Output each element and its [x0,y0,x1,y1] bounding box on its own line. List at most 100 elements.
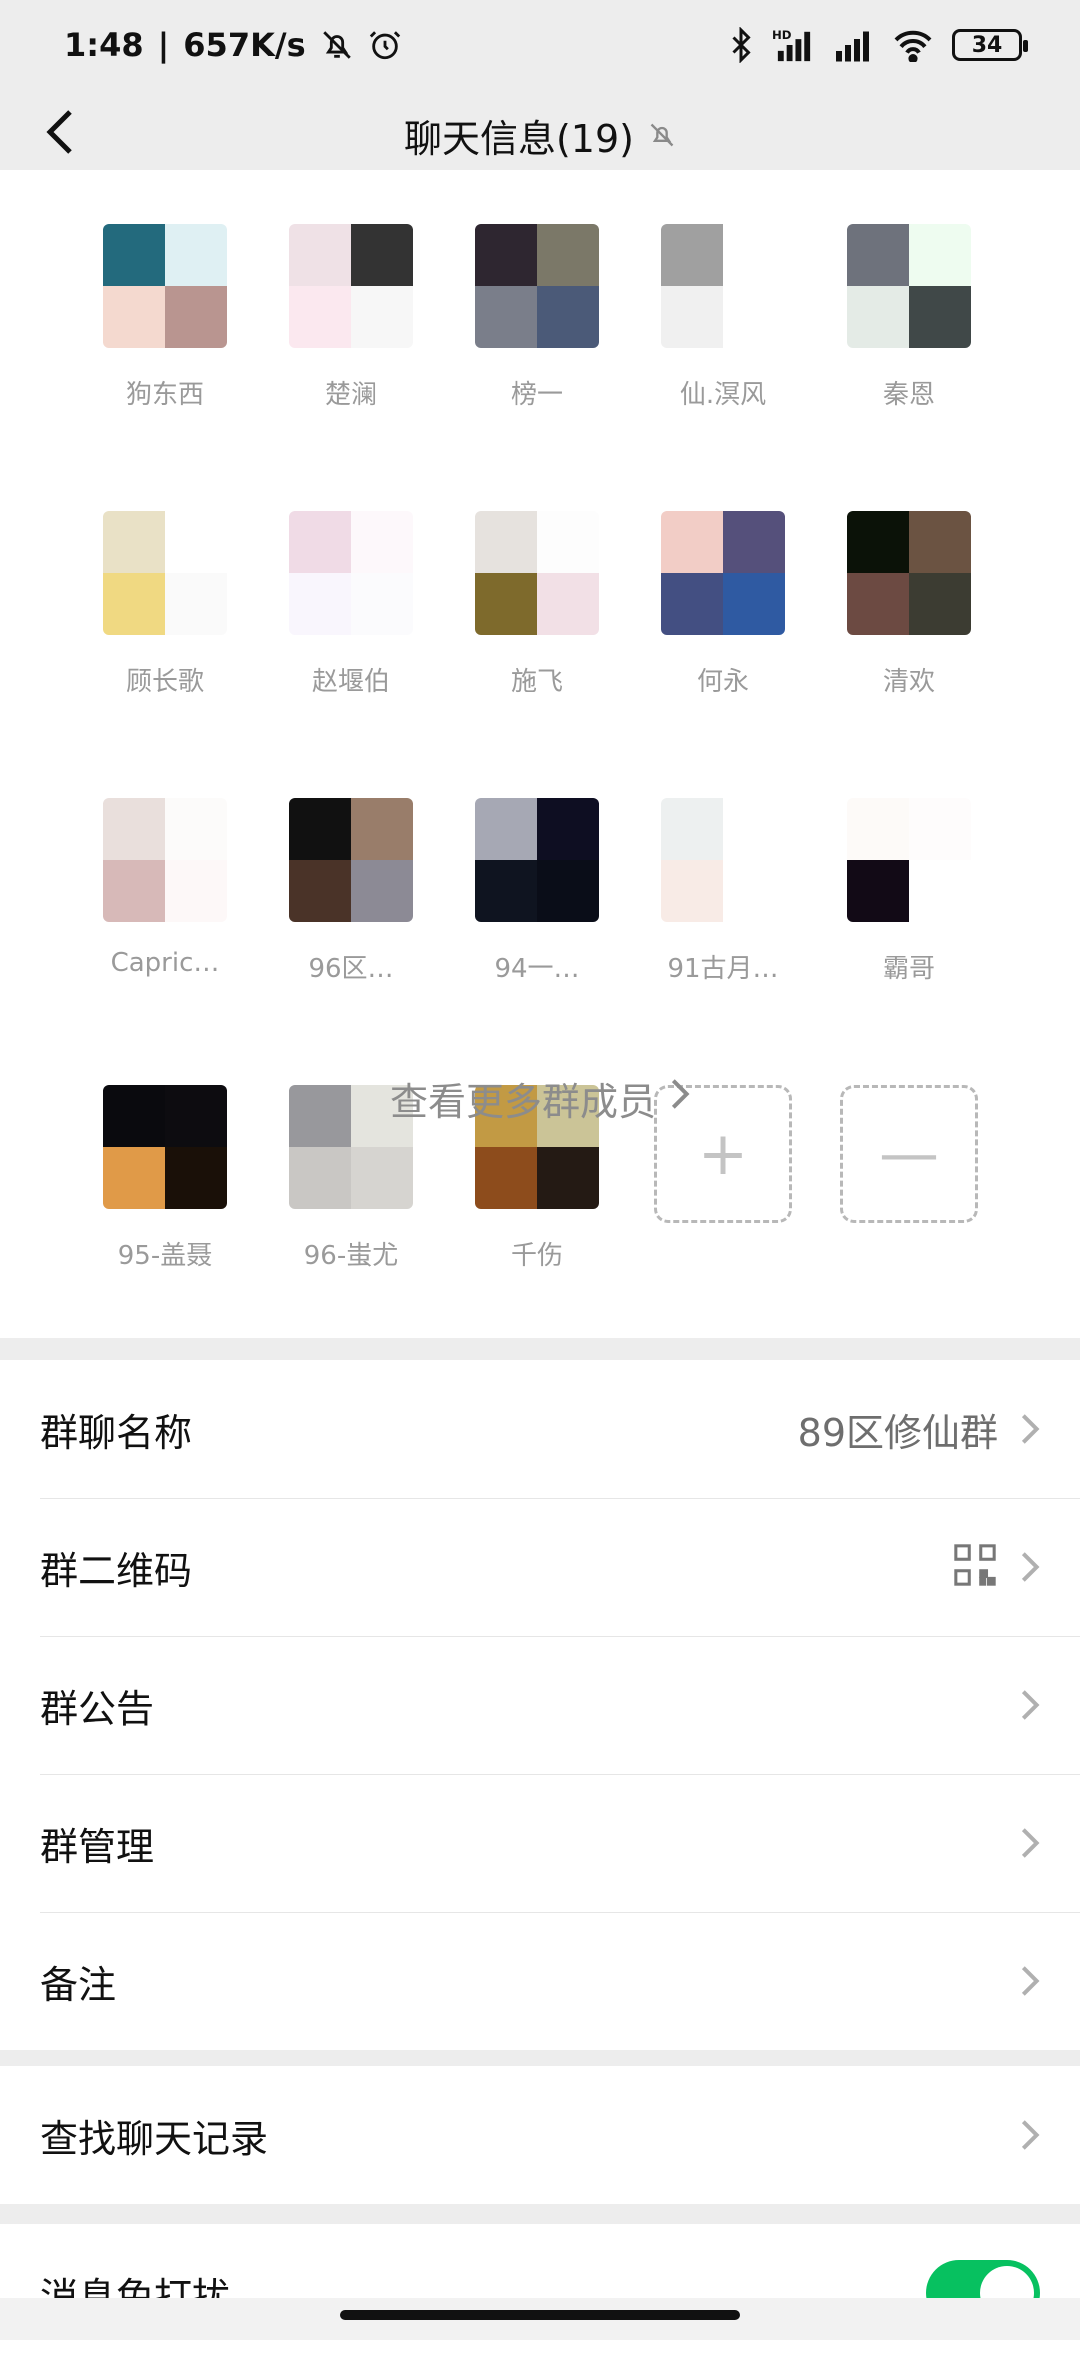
remark-label: 备注 [40,1962,117,2007]
group-name-label: 群聊名称 [40,1410,193,1455]
avatar-tile [723,286,785,348]
avatar-tile [723,573,785,635]
member-name: 狗东西 [125,380,204,410]
group-announcement-row[interactable]: 群公告 [0,1636,1080,1774]
member-name: Capric… [110,948,220,978]
avatar [847,511,971,635]
back-button[interactable] [30,104,90,164]
avatar-tile [909,573,971,635]
avatar-tile [165,1147,227,1209]
chevron-right-icon [1020,1964,1040,1998]
qr-code-icon [952,1542,998,1592]
avatar-tile [909,860,971,922]
view-more-label: 查看更多群成员 [389,1079,656,1124]
avatar-tile [103,224,165,286]
avatar-tile [351,286,413,348]
battery-level: 34 [971,32,1003,58]
avatar-tile [909,798,971,860]
member-item[interactable]: 榜一 [444,224,630,411]
chevron-right-icon [1020,1826,1040,1860]
mute-card: 消息免打扰 [0,2224,1080,2362]
member-name: 何永 [696,667,749,697]
member-name: 清欢 [882,667,935,697]
member-name: 赵堰伯 [311,667,390,697]
avatar-tile [103,1147,165,1209]
wifi-icon [892,28,934,62]
group-announcement-label: 群公告 [40,1686,155,1731]
status-separator: | [157,26,170,64]
search-history-row[interactable]: 查找聊天记录 [0,2066,1080,2204]
bell-off-icon [648,121,676,149]
avatar-tile [351,511,413,573]
view-more-members-button[interactable]: 查看更多群成员 [0,1058,1080,1138]
remark-row[interactable]: 备注 [0,1912,1080,2050]
avatar-tile [661,511,723,573]
bell-off-icon [320,28,354,62]
avatar-tile [847,224,909,286]
member-name: 霸哥 [882,954,935,984]
title-wrap: 聊天信息(19) [404,108,676,163]
member-item[interactable]: 秦恩 [816,224,1002,411]
avatar-tile [289,860,351,922]
status-left: 1:48 | 657K/s [64,26,402,64]
page-title: 聊天信息(19) [403,116,634,161]
member-item[interactable]: 赵堰伯 [258,511,444,698]
member-item[interactable]: 仙.溟风 [630,224,816,411]
member-item[interactable]: 96区… [258,798,444,985]
avatar-tile [661,224,723,286]
avatar-tile [351,1147,413,1209]
avatar-tile [351,573,413,635]
member-name: 顾长歌 [125,667,204,697]
member-item[interactable]: 霸哥 [816,798,1002,985]
group-name-row[interactable]: 群聊名称 89区修仙群 [0,1360,1080,1498]
avatar [847,224,971,348]
avatar-tile [103,511,165,573]
avatar-tile [537,573,599,635]
home-indicator[interactable] [340,2310,740,2320]
member-item[interactable]: 91古月… [630,798,816,985]
member-item[interactable]: 94一… [444,798,630,985]
avatar-tile [847,286,909,348]
member-name: 榜一 [510,380,563,410]
avatar-tile [103,860,165,922]
avatar-tile [847,798,909,860]
avatar-tile [165,224,227,286]
avatar-tile [289,511,351,573]
network-speed: 657K/s [183,26,306,64]
avatar-tile [351,224,413,286]
avatar [103,224,227,348]
member-item[interactable]: 顾长歌 [72,511,258,698]
members-card: 狗东西 楚澜 榜一 仙.溟风 秦恩顾长歌 赵堰伯 施飞 何永 清欢 Capric… 96区… 94一…… [0,170,1080,1338]
member-item[interactable]: 施飞 [444,511,630,698]
member-item[interactable]: 何永 [630,511,816,698]
avatar-tile [289,286,351,348]
group-manage-row[interactable]: 群管理 [0,1774,1080,1912]
signal-icon [834,27,874,63]
avatar [103,511,227,635]
search-history-card: 查找聊天记录 [0,2066,1080,2204]
member-item[interactable]: 清欢 [816,511,1002,698]
avatar-tile [289,1147,351,1209]
avatar-tile [165,860,227,922]
member-item[interactable]: 楚澜 [258,224,444,411]
avatar-tile [723,511,785,573]
avatar-tile [165,573,227,635]
member-name: 96区… [308,954,394,984]
group-manage-label: 群管理 [40,1824,155,1869]
avatar [475,224,599,348]
chevron-right-icon [1020,2118,1040,2152]
member-item[interactable]: Capric… [72,798,258,985]
avatar-tile [537,860,599,922]
bluetooth-icon [728,27,754,63]
avatar [475,798,599,922]
signal-hd-icon: HD [772,27,816,63]
avatar-tile [661,798,723,860]
avatar-tile [847,860,909,922]
group-qr-label: 群二维码 [40,1548,193,1593]
avatar [661,511,785,635]
avatar-tile [289,224,351,286]
chevron-right-icon [670,1076,690,1120]
group-qr-row[interactable]: 群二维码 [0,1498,1080,1636]
member-item[interactable]: 狗东西 [72,224,258,411]
avatar-tile [537,798,599,860]
